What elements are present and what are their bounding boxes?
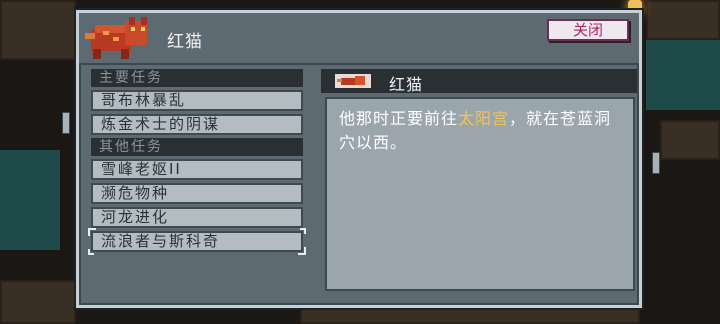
stone-wall: [660, 120, 720, 160]
detail-title: 红猫: [389, 75, 424, 94]
stone-wall: [0, 280, 76, 324]
water-tile: [646, 40, 720, 110]
quest-dialog: 红猫 关闭 主要任务 哥布林暴乱 炼金术士的阴谋 其他任务 雪峰老妪II 濒危物…: [76, 10, 642, 308]
quest-item-wanderer-scorchy[interactable]: 流浪者与斯科奇: [88, 228, 306, 255]
quest-item-label: 流浪者与斯科奇: [101, 232, 221, 250]
stone-wall: [646, 0, 720, 40]
stone-wall: [0, 0, 76, 60]
close-button[interactable]: 关闭: [547, 19, 629, 41]
quest-item-river-dragon[interactable]: 河龙进化: [91, 207, 303, 228]
quest-item-endangered-species[interactable]: 濒危物种: [91, 183, 303, 204]
location-highlight: 太阳宫: [458, 109, 510, 128]
selection-corner: [300, 228, 306, 234]
quest-item-snow-crone[interactable]: 雪峰老妪II: [91, 159, 303, 180]
red-cat-icon: [85, 17, 147, 59]
detail-header: 红猫: [321, 69, 637, 94]
red-cat-small-icon: [335, 74, 371, 88]
quest-description: 他那时正要前往太阳宫，就在苍蓝洞穴以西。: [325, 97, 635, 291]
quest-item-goblin-riot[interactable]: 哥布林暴乱: [91, 90, 303, 111]
dialog-title: 红猫: [167, 32, 203, 52]
selection-corner: [88, 249, 94, 255]
description-text: 他那时正要前往: [339, 109, 459, 128]
quest-list: 主要任务 哥布林暴乱 炼金术士的阴谋 其他任务 雪峰老妪II 濒危物种 河龙进化…: [88, 69, 306, 255]
quest-item-alchemist-plot[interactable]: 炼金术士的阴谋: [91, 114, 303, 135]
main-quests-header: 主要任务: [91, 69, 303, 87]
scroll-right-arrow[interactable]: [652, 152, 660, 174]
dialog-header: 红猫 关闭: [79, 13, 639, 65]
other-quests-header: 其他任务: [91, 138, 303, 156]
scroll-left-arrow[interactable]: [62, 112, 70, 134]
water-tile: [0, 150, 60, 250]
